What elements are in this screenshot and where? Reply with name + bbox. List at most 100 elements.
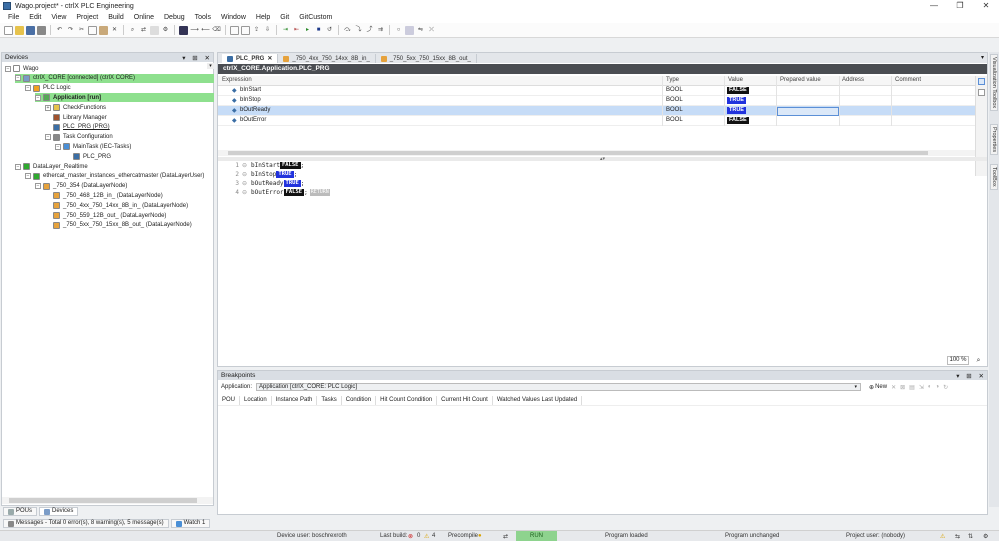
menu-build[interactable]: Build <box>103 14 129 21</box>
col-address[interactable]: Address <box>842 77 864 83</box>
refresh-icon[interactable]: ↻ <box>943 384 948 391</box>
zoom-level[interactable]: 100 % <box>947 356 969 365</box>
tab-messages[interactable]: Messages - Total 0 error(s), 8 warning(s… <box>3 519 169 528</box>
tab-visualization-toolbox[interactable]: Visualization Toolbox <box>990 54 998 112</box>
tree-item[interactable]: − ethercat_master_instances_ethercatmaste… <box>25 172 204 181</box>
tree-item[interactable]: − Task Configuration <box>45 133 113 142</box>
tree-item[interactable]: − DataLayer_Realtime <box>15 162 88 171</box>
paste-icon[interactable] <box>99 25 108 35</box>
declaration-view-icon[interactable] <box>978 89 985 96</box>
step-into-icon[interactable]: ⤵ <box>354 26 363 35</box>
code-line[interactable]: 3 ⊖ bOutReady TRUE; <box>218 179 987 188</box>
col-type[interactable]: Type <box>666 77 679 83</box>
tree-item[interactable]: − _750_354 (DataLayerNode) <box>35 182 127 191</box>
watch-row[interactable]: ◆ bInStop BOOL TRUE <box>218 96 975 106</box>
expand-toggle[interactable]: − <box>25 85 31 92</box>
bookmark-next-icon[interactable]: ⟶ <box>190 26 199 35</box>
write-values-icon[interactable] <box>405 25 414 35</box>
disable-icon[interactable]: ◑ <box>935 384 939 390</box>
col-instance-path[interactable]: Instance Path <box>272 395 318 405</box>
menu-git[interactable]: Git <box>275 14 294 21</box>
application-select[interactable]: Application [ctrlX_CORE: PLC Logic] ▾ <box>256 383 862 391</box>
sync-icon[interactable]: ⇅ <box>968 533 973 540</box>
tab-watch-1[interactable]: Watch 1 <box>170 519 211 528</box>
close-icon[interactable]: ✕ <box>979 373 984 380</box>
cut-icon[interactable]: ✂ <box>77 26 86 35</box>
menu-help[interactable]: Help <box>251 14 275 21</box>
expand-toggle[interactable]: − <box>35 183 41 190</box>
menu-tools[interactable]: Tools <box>190 14 216 21</box>
force-values-icon[interactable]: ⇋ <box>416 26 425 35</box>
step-over-icon[interactable]: ⤼ <box>343 26 352 35</box>
expand-toggle[interactable]: + <box>45 104 51 111</box>
open-folder-icon[interactable] <box>15 25 24 35</box>
run-to-cursor-icon[interactable]: ⇉ <box>376 26 385 35</box>
export-icon[interactable]: ⇪ <box>252 26 261 35</box>
tab-properties[interactable]: Properties <box>990 124 998 156</box>
tree-item[interactable]: _750_468_12B_in_ (DataLayerNode) <box>45 191 163 200</box>
build-icon[interactable]: ⚙ <box>161 26 170 35</box>
tab-plc-prg[interactable]: PLC_PRG ✕ <box>222 54 279 63</box>
menu-file[interactable]: File <box>3 14 24 21</box>
code-line[interactable]: 2 ⊖ bInStop TRUE; <box>218 170 987 179</box>
settings-icon[interactable]: ⚙ <box>983 533 988 540</box>
new-file-icon[interactable] <box>4 25 13 35</box>
expand-toggle[interactable]: − <box>45 134 51 141</box>
select-all-icon[interactable] <box>150 25 159 35</box>
tree-item[interactable]: Library Manager <box>45 113 107 122</box>
code-line[interactable]: 4 ⊖ bOutError FALSE; RETURN <box>218 188 987 197</box>
watch-row[interactable]: ◆ bOutReady BOOL TRUE <box>218 106 975 116</box>
col-comment[interactable]: Comment <box>895 77 921 83</box>
menu-debug[interactable]: Debug <box>159 14 190 21</box>
copy-icon[interactable] <box>88 25 97 35</box>
expand-toggle[interactable]: − <box>15 75 21 82</box>
col-watched-values[interactable]: Watched Values Last Updated <box>493 395 583 405</box>
expand-toggle[interactable]: − <box>15 163 21 170</box>
watch-row[interactable]: ◆ bInStart BOOL FALSE <box>218 86 975 96</box>
menu-online[interactable]: Online <box>129 14 159 21</box>
bookmark-clear-icon[interactable]: ⌫ <box>212 26 221 35</box>
tree-item[interactable]: + CheckFunctions <box>45 103 106 112</box>
redo-icon[interactable]: ↷ <box>66 26 75 35</box>
menu-project[interactable]: Project <box>71 14 103 21</box>
go-to-source-icon[interactable]: ⇲ <box>919 384 924 391</box>
logout-icon[interactable]: ⇤ <box>292 26 301 35</box>
network-icon[interactable]: ⇆ <box>955 533 960 540</box>
tree-dropdown-icon[interactable]: ▾ <box>207 63 214 69</box>
menu-gitcustom[interactable]: GitCustom <box>294 14 337 21</box>
device-icon[interactable] <box>230 25 239 35</box>
tab-list-dropdown-icon[interactable]: ▾ <box>981 54 984 61</box>
menu-view[interactable]: View <box>46 14 71 21</box>
properties-icon[interactable]: ▤ <box>909 384 915 391</box>
prepared-value-input[interactable] <box>777 107 839 116</box>
unforce-icon[interactable]: ⤫ <box>427 26 436 35</box>
delete-icon[interactable]: ✕ <box>110 26 119 35</box>
expand-toggle[interactable]: − <box>5 65 11 72</box>
stop-icon[interactable]: ■ <box>314 26 323 35</box>
close-button[interactable]: ✕ <box>973 0 999 12</box>
bookmark-prev-icon[interactable]: ⟵ <box>201 26 210 35</box>
tree-item[interactable]: _750_5xx_750_15xx_8B_out_ (DataLayerNode… <box>45 221 192 230</box>
login-icon[interactable]: ⇥ <box>281 26 290 35</box>
panel-dropdown-icon[interactable]: ▾ <box>182 55 185 62</box>
tree-item[interactable]: − MainTask (IEC-Tasks) <box>55 142 131 151</box>
tree-item[interactable]: PLC_PRG <box>65 152 111 161</box>
tree-item[interactable]: − Wago <box>5 64 38 73</box>
col-expression[interactable]: Expression <box>222 77 252 83</box>
undo-icon[interactable]: ↶ <box>55 26 64 35</box>
tree-item[interactable]: − PLC Logic <box>25 84 71 93</box>
watch-view-icon[interactable] <box>978 78 985 85</box>
start-icon[interactable]: ▸ <box>303 26 312 35</box>
tree-item[interactable]: PLC_PRG (PRG) <box>45 123 110 132</box>
col-pou[interactable]: POU <box>218 395 241 405</box>
close-tab-icon[interactable]: ✕ <box>267 55 272 62</box>
notification-icon[interactable]: ⚠ <box>940 533 945 540</box>
maximize-button[interactable]: ❐ <box>947 0 973 12</box>
replace-icon[interactable]: ⇄ <box>139 26 148 35</box>
expand-toggle[interactable]: − <box>25 173 31 180</box>
col-location[interactable]: Location <box>240 395 272 405</box>
watch-row[interactable]: ◆ bOutError BOOL FALSE <box>218 116 975 126</box>
code-line[interactable]: 1 ⊖ bInStart FALSE; <box>218 161 987 170</box>
code-editor[interactable]: 1 ⊖ bInStart FALSE; 2 ⊖ bInStop TRUE; 3 ⊖ bOutRead… <box>218 161 987 351</box>
menu-window[interactable]: Window <box>216 14 251 21</box>
